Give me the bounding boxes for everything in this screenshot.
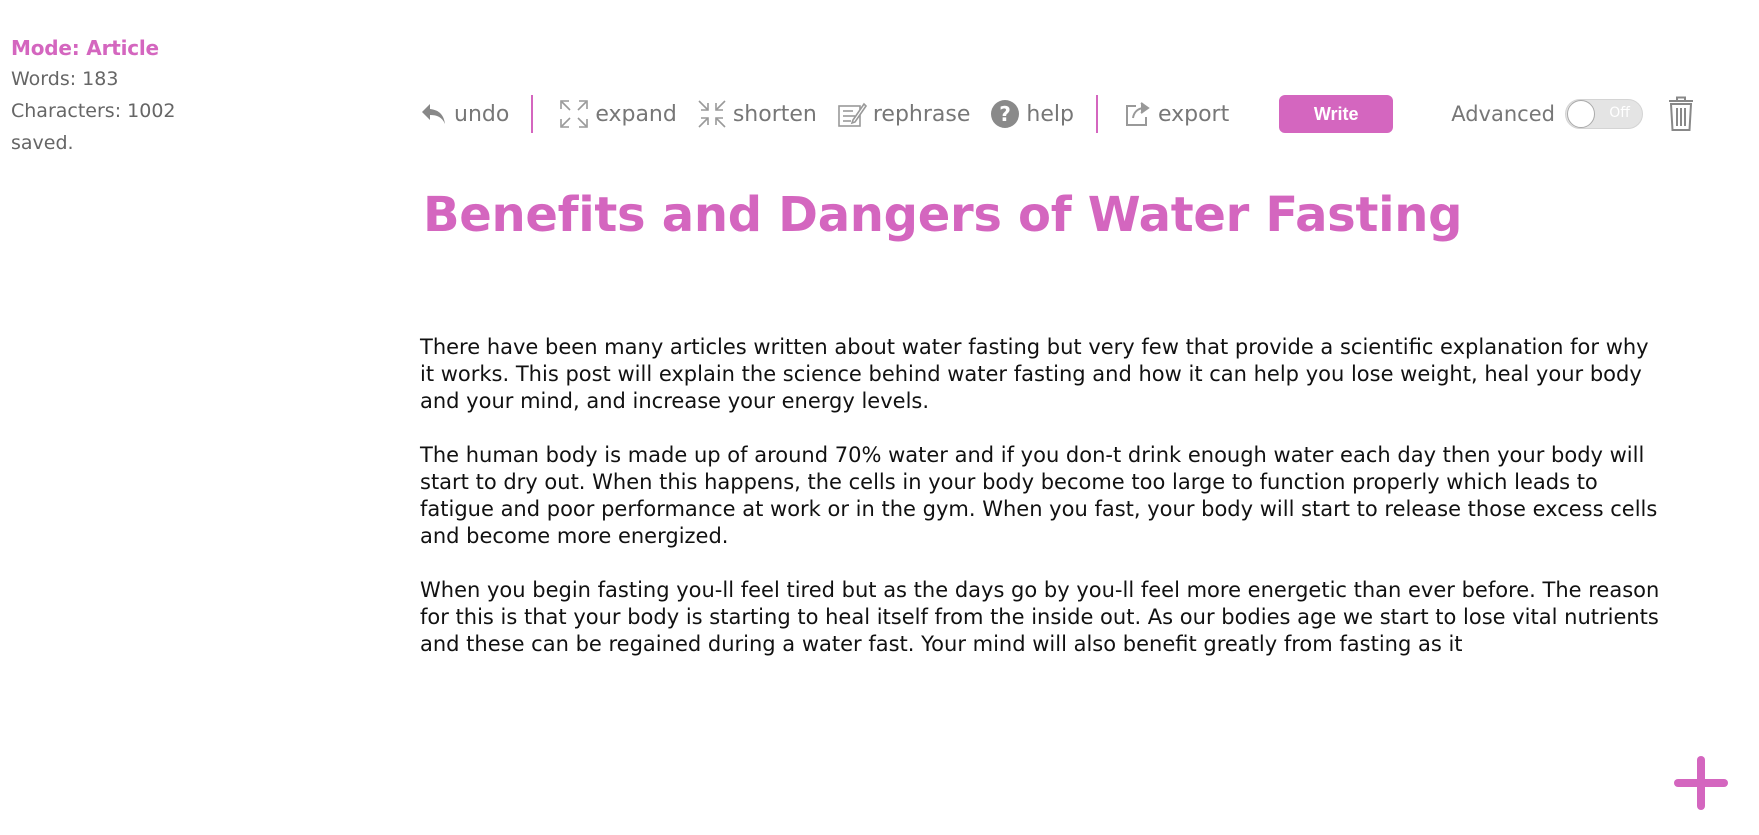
- toggle-state-label: Off: [1609, 105, 1630, 121]
- toolbar-divider: [531, 95, 534, 133]
- toggle-knob: [1566, 100, 1595, 128]
- expand-button[interactable]: expand: [559, 99, 677, 129]
- editor-toolbar: undo expand shorten rephrase ? help expo…: [420, 92, 1695, 136]
- write-button[interactable]: Write: [1279, 95, 1394, 133]
- undo-label: undo: [454, 101, 510, 127]
- advanced-label: Advanced: [1451, 102, 1555, 126]
- shorten-icon: [697, 99, 727, 129]
- export-icon: [1124, 100, 1152, 128]
- shorten-label: shorten: [732, 101, 817, 127]
- expand-label: expand: [595, 101, 677, 127]
- save-status: saved.: [11, 132, 74, 154]
- help-label: help: [1026, 101, 1074, 127]
- document-stats-panel: Mode: Article Words: 183 Characters: 100…: [11, 33, 231, 159]
- word-count: Words: 183: [11, 68, 119, 90]
- document-title[interactable]: Benefits and Dangers of Water Fasting: [423, 183, 1462, 247]
- shorten-button[interactable]: shorten: [697, 99, 817, 129]
- help-button[interactable]: ? help: [990, 99, 1074, 129]
- paragraph[interactable]: The human body is made up of around 70% …: [420, 442, 1660, 550]
- rephrase-button[interactable]: rephrase: [837, 99, 971, 129]
- undo-icon: [420, 101, 448, 127]
- add-button[interactable]: [1674, 756, 1728, 810]
- export-label: export: [1157, 101, 1230, 127]
- expand-icon: [559, 99, 589, 129]
- mode-label: Mode: Article: [11, 36, 159, 60]
- character-count: Characters: 1002: [11, 100, 176, 122]
- paragraph[interactable]: When you begin fasting you-ll feel tired…: [420, 577, 1660, 658]
- rephrase-icon: [837, 99, 867, 129]
- paragraph[interactable]: There have been many articles written ab…: [420, 334, 1660, 415]
- undo-button[interactable]: undo: [420, 101, 509, 127]
- rephrase-label: rephrase: [872, 101, 971, 127]
- toolbar-divider: [1095, 95, 1098, 133]
- document-editor[interactable]: There have been many articles written ab…: [420, 334, 1660, 685]
- advanced-toggle[interactable]: Off: [1564, 99, 1643, 129]
- delete-button[interactable]: [1667, 96, 1695, 132]
- svg-text:?: ?: [1000, 102, 1012, 126]
- help-icon: ?: [990, 99, 1020, 129]
- trash-icon: [1667, 96, 1695, 132]
- export-button[interactable]: export: [1124, 100, 1229, 128]
